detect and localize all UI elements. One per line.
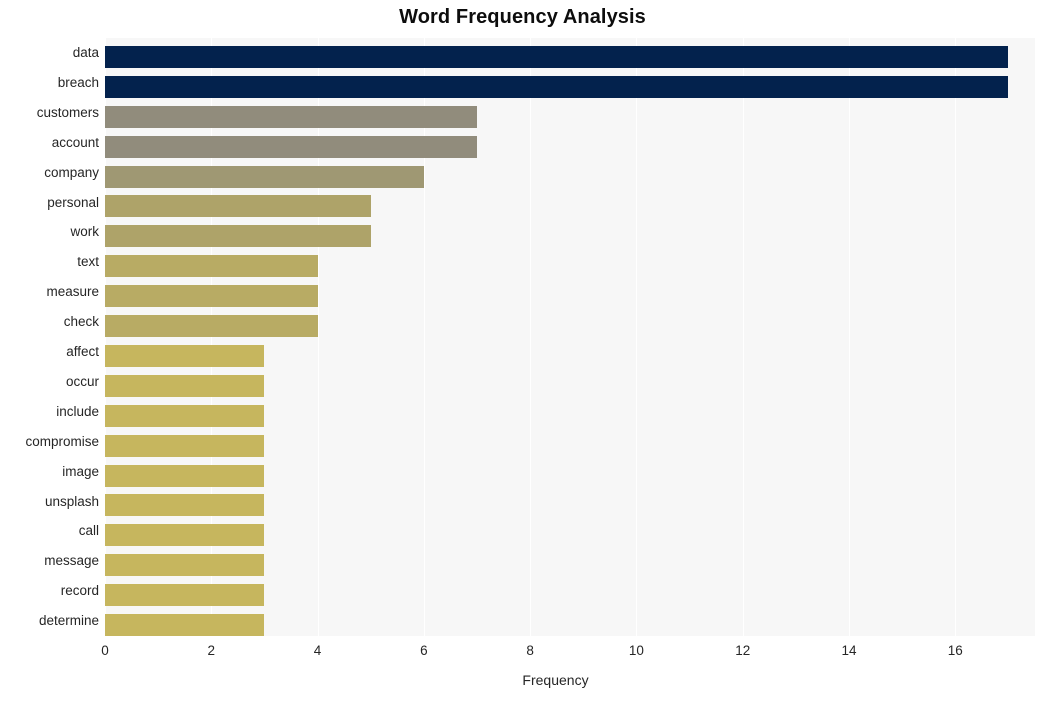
x-axis-tick-14: 14 — [841, 643, 857, 658]
bar-breach — [105, 75, 1009, 98]
bar-row — [105, 311, 318, 341]
y-axis-label-occur: occur — [65, 373, 99, 389]
y-axis-label-work: work — [70, 224, 99, 240]
y-axis-label-call: call — [78, 523, 99, 539]
bar-row — [105, 550, 265, 580]
bar-row — [105, 371, 265, 401]
bar-customers — [105, 105, 477, 128]
bar-row — [105, 401, 265, 431]
bar-row — [105, 72, 1009, 102]
y-axis-label-text: text — [77, 254, 99, 270]
y-axis-label-data: data — [72, 45, 99, 60]
x-axis-tick-labels: 0 2 4 6 8 10 12 14 16 — [0, 643, 1045, 665]
bar-check — [105, 315, 318, 338]
bar-image — [105, 464, 265, 487]
bar-row — [105, 341, 265, 371]
bar-occur — [105, 374, 265, 397]
x-axis-tick-12: 12 — [735, 643, 751, 658]
bar-affect — [105, 344, 265, 367]
y-axis-label-measure: measure — [46, 284, 99, 300]
bar-row — [105, 132, 477, 162]
bar-row — [105, 192, 371, 222]
bar-row — [105, 42, 1009, 72]
bar-determine — [105, 614, 265, 637]
x-axis-tick-6: 6 — [420, 643, 428, 658]
x-axis-tick-8: 8 — [526, 643, 534, 658]
y-axis-label-check: check — [63, 314, 99, 330]
y-axis-label-image: image — [62, 463, 99, 479]
y-axis-label-record: record — [60, 583, 99, 599]
y-axis-label-breach: breach — [57, 74, 99, 90]
x-axis-tick-10: 10 — [628, 643, 644, 658]
y-axis-label-determine: determine — [38, 613, 99, 629]
bar-row — [105, 580, 265, 610]
bar-row — [105, 431, 265, 461]
plot-area — [105, 38, 1035, 637]
chart-container: Word Frequency Analysis data breach custom… — [0, 0, 1045, 701]
bar-work — [105, 225, 371, 248]
bar-measure — [105, 285, 318, 308]
bar-row — [105, 221, 371, 251]
y-axis-label-company: company — [44, 164, 99, 180]
bar-row — [105, 520, 265, 550]
bar-unsplash — [105, 494, 265, 517]
bar-company — [105, 165, 424, 188]
x-axis-tick-4: 4 — [313, 643, 322, 658]
bar-row — [105, 610, 265, 640]
y-axis-label-personal: personal — [47, 194, 99, 210]
bar-include — [105, 404, 265, 427]
bar-series — [105, 38, 1035, 637]
bar-message — [105, 554, 265, 577]
bar-record — [105, 584, 265, 607]
bar-row — [105, 491, 265, 521]
y-axis-label-customers: customers — [36, 104, 99, 120]
bar-row — [105, 281, 318, 311]
y-axis-label-unsplash: unsplash — [44, 493, 99, 509]
bar-account — [105, 135, 477, 158]
bar-row — [105, 251, 318, 281]
bar-text — [105, 255, 318, 278]
chart-title: Word Frequency Analysis — [399, 6, 646, 28]
bar-row — [105, 102, 477, 132]
x-axis-tick-16: 16 — [947, 643, 963, 658]
x-axis-tick-2: 2 — [207, 643, 216, 658]
bar-compromise — [105, 434, 265, 457]
y-axis-tick-labels: data breach customers account company persona… — [0, 38, 99, 636]
bar-personal — [105, 195, 371, 218]
x-axis-title-label: Frequency — [522, 672, 589, 688]
bar-data — [105, 45, 1009, 68]
y-axis-label-affect: affect — [66, 344, 99, 359]
y-axis-label-account: account — [51, 134, 99, 150]
y-axis-label-include: include — [56, 403, 99, 419]
bar-call — [105, 524, 265, 547]
y-axis-label-message: message — [44, 553, 99, 569]
bar-row — [105, 162, 424, 192]
y-axis-label-compromise: compromise — [25, 433, 99, 449]
bar-row — [105, 461, 265, 491]
x-axis-title: Frequency — [0, 672, 1045, 688]
x-axis-tick-0: 0 — [101, 643, 109, 658]
